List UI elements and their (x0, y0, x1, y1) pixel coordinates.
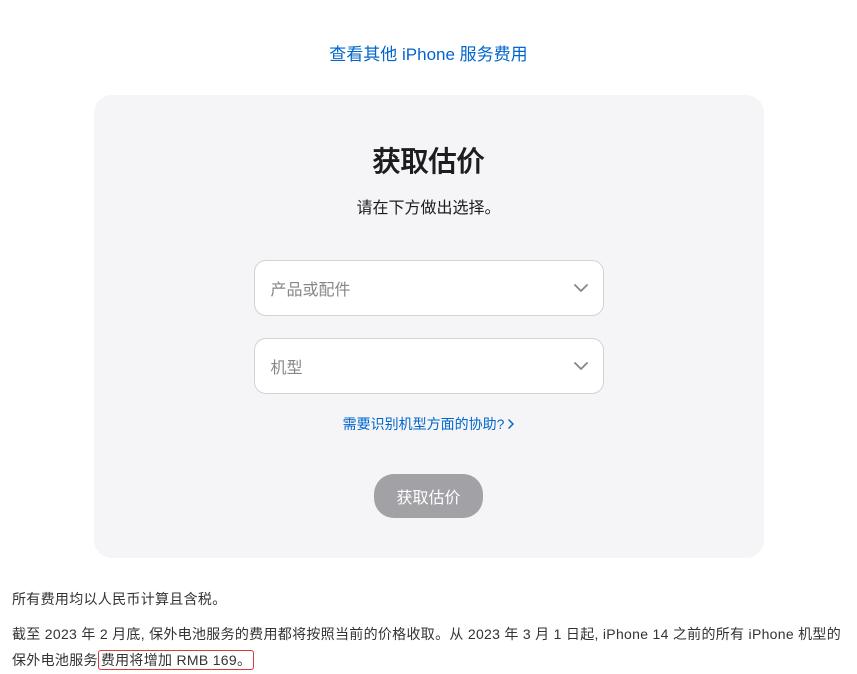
footer-line-1: 所有费用均以人民币计算且含税。 (12, 586, 845, 613)
top-link-section: 查看其他 iPhone 服务费用 (10, 0, 847, 95)
help-identify-link[interactable]: 需要识别机型方面的协助? (343, 414, 515, 434)
other-services-link[interactable]: 查看其他 iPhone 服务费用 (329, 45, 527, 64)
estimate-card: 获取估价 请在下方做出选择。 产品或配件 机型 需要识别机型方面 (94, 95, 764, 558)
card-title: 获取估价 (134, 140, 724, 180)
product-select-placeholder: 产品或配件 (271, 276, 351, 300)
product-select-wrapper: 产品或配件 (254, 260, 604, 316)
model-select-placeholder: 机型 (271, 354, 303, 378)
footer-line-2: 截至 2023 年 2 月底, 保外电池服务的费用都将按照当前的价格收取。从 2… (12, 621, 845, 674)
card-subtitle: 请在下方做出选择。 (134, 194, 724, 218)
help-link-label: 需要识别机型方面的协助? (343, 414, 505, 434)
product-select[interactable]: 产品或配件 (254, 260, 604, 316)
model-select-wrapper: 机型 (254, 338, 604, 394)
get-estimate-button[interactable]: 获取估价 (374, 474, 482, 518)
highlighted-price-note: 费用将增加 RMB 169。 (98, 650, 254, 670)
model-select[interactable]: 机型 (254, 338, 604, 394)
chevron-right-icon (508, 417, 514, 432)
footer-notes: 所有费用均以人民币计算且含税。 截至 2023 年 2 月底, 保外电池服务的费… (10, 586, 847, 674)
